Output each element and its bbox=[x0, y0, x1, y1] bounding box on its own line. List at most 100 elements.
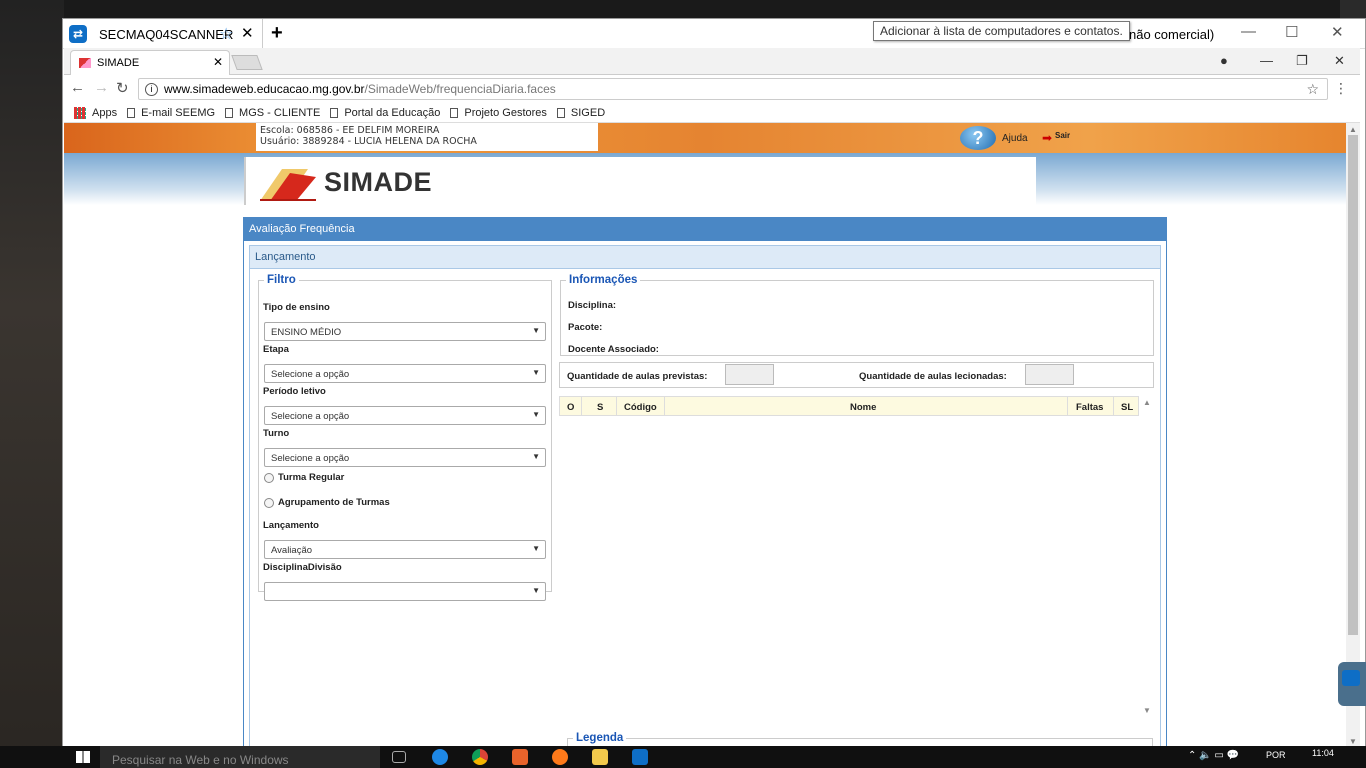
chrome-menu-icon[interactable]: ⋮ bbox=[1334, 80, 1348, 97]
informacoes-fieldset: Informações Disciplina: Pacote: Docente … bbox=[560, 274, 1154, 356]
teamviewer-taskbar-icon[interactable] bbox=[632, 749, 648, 765]
aulas-previstas-label: Quantidade de aulas previstas: bbox=[567, 371, 708, 382]
chrome-icon[interactable] bbox=[472, 749, 488, 765]
forward-arrow-icon[interactable]: → bbox=[94, 79, 109, 96]
file-explorer-icon[interactable] bbox=[592, 749, 608, 765]
apps-grid-icon bbox=[74, 106, 86, 119]
bookmark-email[interactable]: E-mail SEEMG bbox=[127, 107, 215, 119]
chevron-down-icon: ▼ bbox=[532, 544, 540, 553]
windows-start-icon[interactable] bbox=[76, 751, 90, 763]
site-info-icon[interactable]: i bbox=[145, 82, 158, 96]
grid-scroll-up-icon[interactable]: ▲ bbox=[1143, 398, 1151, 407]
minimize-icon[interactable]: — bbox=[1241, 23, 1256, 40]
page-icon bbox=[450, 107, 459, 118]
bookmarks-bar: Apps E-mail SEEMG MGS - CLIENTE Portal d… bbox=[64, 103, 1360, 123]
scroll-up-icon[interactable]: ▲ bbox=[1349, 125, 1357, 134]
tipo-ensino-select[interactable]: ENSINO MÉDIO ▼ bbox=[264, 322, 546, 341]
aulas-lecionadas-input[interactable] bbox=[1025, 364, 1074, 385]
clock[interactable]: 11:04 bbox=[1312, 748, 1334, 758]
desktop-background bbox=[0, 0, 64, 768]
exit-link[interactable]: Sair bbox=[1055, 131, 1070, 140]
lancamento-label: Lançamento bbox=[263, 520, 319, 531]
bookmark-star-icon[interactable]: ☆ bbox=[1306, 81, 1319, 98]
url-path: /SimadeWeb/frequenciaDiaria.faces bbox=[364, 82, 556, 96]
turma-regular-radio[interactable]: Turma Regular bbox=[264, 472, 344, 483]
close-tab-icon[interactable]: ✕ bbox=[213, 55, 223, 69]
pacote-label: Pacote: bbox=[568, 322, 603, 333]
chevron-down-icon: ▼ bbox=[532, 326, 540, 335]
disciplina-divisao-select[interactable]: ▼ bbox=[264, 582, 546, 601]
license-text: não comercial) bbox=[1129, 27, 1215, 42]
scroll-down-icon[interactable]: ▼ bbox=[1349, 737, 1357, 746]
exit-arrow-icon[interactable]: ➡ bbox=[1042, 131, 1052, 145]
col-s: S bbox=[597, 402, 604, 413]
close-session-icon[interactable]: ✕ bbox=[241, 24, 254, 42]
teamviewer-icon bbox=[1342, 670, 1360, 686]
maximize-icon[interactable]: ☐ bbox=[1285, 23, 1298, 41]
favorite-star-icon[interactable]: ☆ bbox=[219, 24, 233, 44]
url-domain: www.simadeweb.educacao.mg.gov.br bbox=[164, 82, 365, 96]
chrome-tab-simade[interactable]: SIMADE ✕ bbox=[70, 50, 230, 75]
language-indicator[interactable]: POR bbox=[1266, 750, 1286, 760]
quantidade-aulas-row: Quantidade de aulas previstas: Quantidad… bbox=[559, 362, 1154, 388]
col-o: O bbox=[567, 402, 575, 413]
bookmark-siged[interactable]: SIGED bbox=[556, 107, 605, 119]
task-view-icon[interactable] bbox=[392, 751, 406, 763]
teamviewer-side-panel[interactable] bbox=[1338, 662, 1366, 706]
lancamento-subpanel: Lançamento Filtro Tipo de ensino ENSINO … bbox=[249, 245, 1161, 748]
turno-select[interactable]: Selecione a opção ▼ bbox=[264, 448, 546, 467]
help-link[interactable]: Ajuda bbox=[1002, 133, 1028, 144]
radio-circle-icon[interactable] bbox=[264, 472, 274, 483]
back-arrow-icon[interactable]: ← bbox=[70, 79, 85, 96]
bookmark-mgs[interactable]: MGS - CLIENTE bbox=[225, 107, 320, 119]
reload-icon[interactable]: ↻ bbox=[116, 79, 129, 97]
bookmark-portal[interactable]: Portal da Educação bbox=[330, 107, 440, 119]
page-scrollbar[interactable]: ▲ ▼ bbox=[1346, 123, 1360, 748]
tipo-ensino-label: Tipo de ensino bbox=[263, 302, 330, 313]
chrome-minimize-icon[interactable]: — bbox=[1260, 53, 1273, 68]
page-icon bbox=[556, 107, 565, 118]
new-session-plus-icon[interactable]: + bbox=[271, 22, 283, 45]
close-window-icon[interactable]: ✕ bbox=[1331, 23, 1344, 41]
profile-icon[interactable]: ● bbox=[1220, 53, 1228, 68]
system-tray-icons[interactable]: ⌃ 🔈 ▭ 💬 bbox=[1188, 750, 1239, 761]
simade-logo-text: SIMADE bbox=[324, 167, 433, 197]
chevron-down-icon: ▼ bbox=[532, 452, 540, 461]
col-codigo: Código bbox=[624, 402, 657, 413]
etapa-select[interactable]: Selecione a opção ▼ bbox=[264, 364, 546, 383]
page-icon bbox=[225, 107, 234, 118]
panel-title: Avaliação Frequência bbox=[244, 218, 1166, 241]
teamviewer-tabbar: ⇄ SECMAQ04SCANNER ☆ ✕ + Adicionar à list… bbox=[63, 19, 1365, 49]
bookmark-gestores[interactable]: Projeto Gestores bbox=[450, 107, 547, 119]
new-tab-button[interactable] bbox=[231, 55, 263, 70]
firefox-icon[interactable] bbox=[552, 749, 568, 765]
grid-scroll-down-icon[interactable]: ▼ bbox=[1143, 706, 1151, 715]
docente-label: Docente Associado: bbox=[568, 344, 659, 355]
internet-explorer-icon[interactable] bbox=[432, 749, 448, 765]
teamviewer-session-tab[interactable]: ⇄ SECMAQ04SCANNER ☆ ✕ bbox=[63, 19, 263, 49]
address-bar[interactable]: i www.simadeweb.educacao.mg.gov.br/Simad… bbox=[138, 78, 1328, 100]
help-icon[interactable]: ? bbox=[960, 126, 996, 150]
bookmark-apps[interactable]: Apps bbox=[74, 106, 117, 119]
chrome-tab-title: SIMADE bbox=[97, 57, 140, 69]
avaliacao-frequencia-panel: Avaliação Frequência Lançamento Filtro T… bbox=[243, 217, 1167, 748]
app-icon[interactable] bbox=[512, 749, 528, 765]
aulas-previstas-input[interactable] bbox=[725, 364, 774, 385]
chevron-down-icon: ▼ bbox=[532, 368, 540, 377]
col-sl: SL bbox=[1121, 402, 1134, 413]
chrome-restore-icon[interactable]: ❐ bbox=[1296, 53, 1308, 69]
informacoes-legend: Informações bbox=[569, 274, 638, 286]
chrome-close-icon[interactable]: ✕ bbox=[1334, 53, 1345, 69]
toolbar: ← → ↻ i www.simadeweb.educacao.mg.gov.br… bbox=[64, 75, 1360, 103]
chrome-tabstrip: SIMADE ✕ ● — ❐ ✕ bbox=[64, 48, 1360, 75]
simade-logo-icon bbox=[260, 169, 316, 201]
periodo-letivo-select[interactable]: Selecione a opção ▼ bbox=[264, 406, 546, 425]
taskbar-search[interactable]: Pesquisar na Web e no Windows bbox=[100, 746, 380, 768]
logo-box: SIMADE bbox=[244, 157, 1036, 205]
legenda-legend: Legenda bbox=[576, 732, 624, 744]
lancamento-select[interactable]: Avaliação ▼ bbox=[264, 540, 546, 559]
radio-circle-icon[interactable] bbox=[264, 497, 274, 508]
agrupamento-turmas-radio[interactable]: Agrupamento de Turmas bbox=[264, 497, 390, 508]
chevron-down-icon: ▼ bbox=[532, 586, 540, 595]
scrollbar-thumb[interactable] bbox=[1348, 135, 1358, 635]
